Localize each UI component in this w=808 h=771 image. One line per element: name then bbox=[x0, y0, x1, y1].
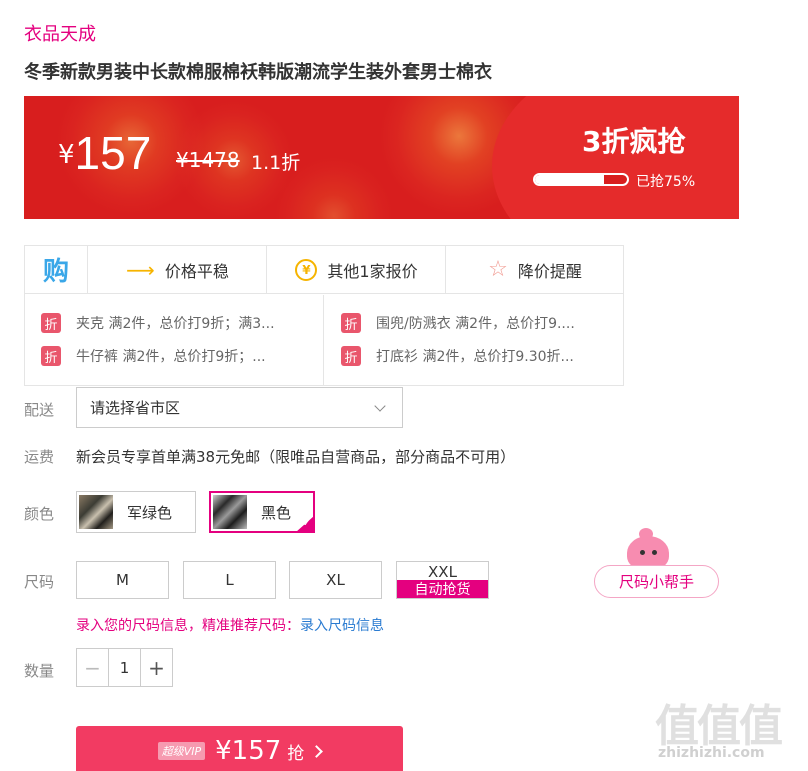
arrow-right-icon: ⟶ bbox=[126, 257, 155, 282]
shipping-info: 新会员专享首单满38元免邮（限唯品自营商品，部分商品不可用） bbox=[76, 448, 516, 466]
price-info-box: 购 ⟶ 价格平稳 ¥ 其他1家报价 ☆ 降价提醒 折夹克 满2件，总价打9折；满… bbox=[24, 245, 624, 386]
region-select[interactable]: 请选择省市区 bbox=[76, 387, 403, 428]
size-option-xxl[interactable]: XXL 自动抢货 bbox=[396, 561, 489, 599]
color-label: 颜色 bbox=[24, 505, 55, 523]
decrease-button[interactable]: − bbox=[77, 649, 108, 686]
promo-text: 围兜/防溅衣 满2件，总价打9.... bbox=[376, 316, 575, 332]
sold-progress-fill bbox=[535, 175, 604, 184]
size-option-xl[interactable]: XL bbox=[289, 561, 382, 599]
quantity-input[interactable]: 1 bbox=[108, 649, 141, 686]
promo-text: 夹克 满2件，总价打9折；满3... bbox=[76, 316, 275, 332]
enter-size-link[interactable]: 录入尺码信息 bbox=[300, 618, 384, 634]
size-tip: 录入您的尺码信息，精准推荐尺码：录入尺码信息 bbox=[76, 615, 384, 635]
price-tools-row: 购 ⟶ 价格平稳 ¥ 其他1家报价 ☆ 降价提醒 bbox=[25, 246, 623, 294]
promo-item[interactable]: 折打底衫 满2件，总价打9.30折... bbox=[341, 345, 574, 367]
region-select-value: 请选择省市区 bbox=[90, 399, 181, 417]
color-option-army-green[interactable]: 军绿色 bbox=[76, 491, 196, 533]
buy-price: ¥157 bbox=[215, 736, 282, 766]
super-vip-badge: 超级VIP bbox=[157, 742, 206, 760]
mascot-icon bbox=[623, 528, 673, 570]
discount-tag-icon: 折 bbox=[341, 313, 361, 333]
auto-grab-badge: 自动抢货 bbox=[397, 580, 488, 598]
color-thumbnail bbox=[79, 495, 113, 529]
discount-tag-icon: 折 bbox=[41, 313, 61, 333]
buy-now-button[interactable]: 超级VIP ¥157 抢 bbox=[76, 726, 403, 771]
sold-progress-bar bbox=[533, 173, 629, 186]
quantity-label: 数量 bbox=[24, 662, 55, 680]
watermark-site: zhizhizhi.com bbox=[658, 745, 765, 761]
price-stable-button[interactable]: ⟶ 价格平稳 bbox=[89, 246, 267, 293]
chevron-right-icon bbox=[310, 744, 324, 758]
feature-label: 降价提醒 bbox=[517, 261, 582, 281]
star-icon: ☆ bbox=[488, 257, 508, 282]
promo-item[interactable]: 折围兜/防溅衣 满2件，总价打9.... bbox=[341, 312, 575, 334]
product-title: 冬季新款男装中长款棉服棉袄韩版潮流学生装外套男士棉衣 bbox=[24, 62, 492, 83]
color-name: 黑色 bbox=[261, 503, 292, 522]
discount-tag-icon: 折 bbox=[341, 346, 361, 366]
size-tip-text: 录入您的尺码信息，精准推荐尺码： bbox=[76, 618, 300, 634]
sold-progress-text: 已抢75% bbox=[636, 174, 696, 190]
yuan-coin-icon: ¥ bbox=[295, 258, 318, 281]
check-icon: ✓ bbox=[302, 518, 311, 529]
feature-label: 其他1家报价 bbox=[327, 261, 418, 281]
promo-text: 打底衫 满2件，总价打9.30折... bbox=[376, 349, 574, 365]
flash-sale-tag: 3折疯抢 bbox=[582, 125, 686, 158]
increase-button[interactable]: + bbox=[141, 649, 172, 686]
color-thumbnail bbox=[213, 495, 247, 529]
size-label: 尺码 bbox=[24, 573, 55, 591]
discount-rate: 1.1折 bbox=[251, 152, 301, 174]
current-price: ¥157 bbox=[58, 126, 151, 180]
color-name: 军绿色 bbox=[127, 503, 173, 522]
feature-label: 价格平稳 bbox=[164, 261, 229, 281]
quantity-stepper: − 1 + bbox=[76, 648, 173, 687]
promo-item[interactable]: 折牛仔裤 满2件，总价打9折；... bbox=[41, 345, 266, 367]
other-quotes-button[interactable]: ¥ 其他1家报价 bbox=[268, 246, 446, 293]
gou-logo-icon: 购 bbox=[25, 246, 88, 293]
chevron-down-icon bbox=[374, 399, 386, 412]
divider bbox=[323, 295, 324, 385]
color-option-black[interactable]: 黑色 ✓ bbox=[209, 491, 315, 533]
buy-label: 抢 bbox=[287, 743, 305, 764]
promo-item[interactable]: 折夹克 满2件，总价打9折；满3... bbox=[41, 312, 275, 334]
price-value: 157 bbox=[74, 127, 152, 179]
delivery-label: 配送 bbox=[24, 401, 55, 419]
discount-tag-icon: 折 bbox=[41, 346, 61, 366]
promo-text: 牛仔裤 满2件，总价打9折；... bbox=[76, 349, 266, 365]
brand-name[interactable]: 衣品天成 bbox=[24, 20, 96, 46]
price-banner: ¥157 ¥1478 1.1折 3折疯抢 已抢75% bbox=[24, 96, 739, 219]
size-helper-button[interactable]: 尺码小帮手 bbox=[594, 565, 719, 598]
currency-symbol: ¥ bbox=[58, 140, 75, 170]
price-drop-alert-button[interactable]: ☆ 降价提醒 bbox=[447, 246, 623, 293]
size-option-m[interactable]: M bbox=[76, 561, 169, 599]
size-option-l[interactable]: L bbox=[183, 561, 276, 599]
shipping-label: 运费 bbox=[24, 448, 55, 466]
original-price: ¥1478 bbox=[176, 148, 240, 172]
